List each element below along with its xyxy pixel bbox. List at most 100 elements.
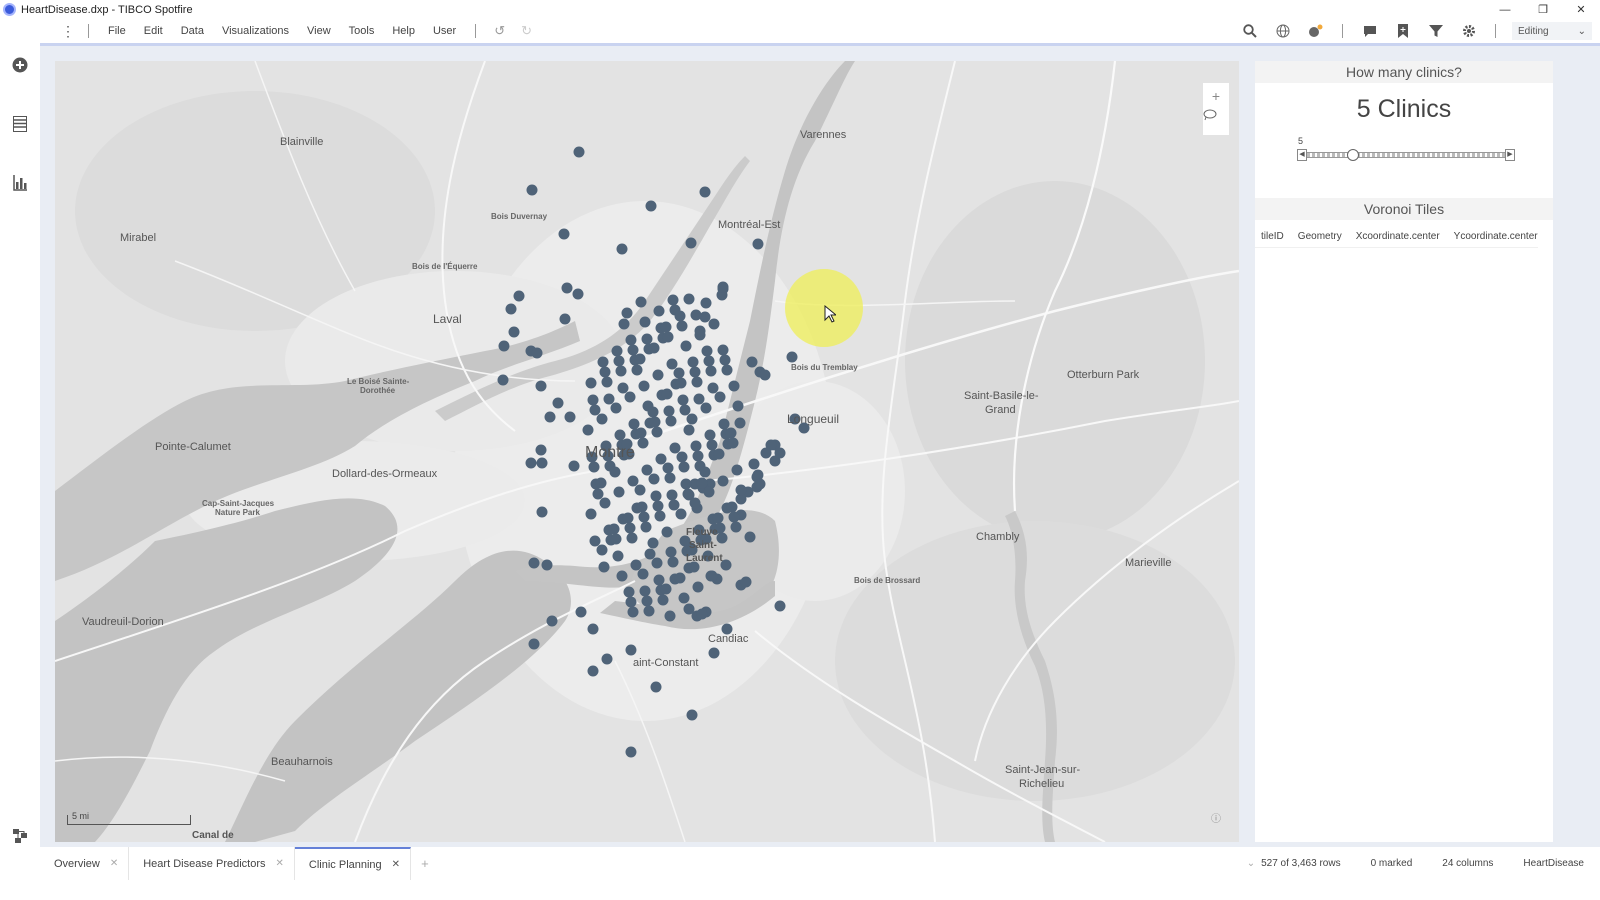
clinic-marker[interactable] [662, 331, 674, 343]
clinic-marker[interactable] [508, 326, 520, 338]
clinic-marker[interactable] [536, 506, 548, 518]
clinic-marker[interactable] [657, 594, 669, 606]
bookmark-icon[interactable] [1386, 19, 1419, 43]
menu-user[interactable]: User [424, 25, 465, 37]
clinic-marker[interactable] [728, 380, 740, 392]
clinic-marker[interactable] [637, 437, 649, 449]
clinic-marker[interactable] [611, 345, 623, 357]
clinic-marker[interactable] [651, 426, 663, 438]
clinic-marker[interactable] [708, 647, 720, 659]
zoom-in-icon[interactable]: + [1203, 83, 1229, 109]
clinic-marker[interactable] [608, 523, 620, 535]
clinic-marker[interactable] [639, 585, 651, 597]
clinic-marker[interactable] [636, 501, 648, 513]
clinic-marker[interactable] [513, 290, 525, 302]
clinic-marker[interactable] [601, 376, 613, 388]
clinic-marker[interactable] [640, 521, 652, 533]
add-circle-icon[interactable] [10, 55, 30, 75]
clinic-marker[interactable] [721, 364, 733, 376]
clinic-marker[interactable] [690, 309, 702, 321]
tab-overview[interactable]: Overview ✕ [40, 847, 130, 880]
clinic-marker[interactable] [541, 559, 553, 571]
clinic-marker[interactable] [597, 356, 609, 368]
clinic-marker[interactable] [601, 653, 613, 665]
clinic-marker[interactable] [616, 570, 628, 582]
clinic-marker[interactable] [587, 394, 599, 406]
clinic-marker[interactable] [674, 572, 686, 584]
clinic-marker[interactable] [621, 307, 633, 319]
clinic-marker[interactable] [692, 450, 704, 462]
clinic-marker[interactable] [588, 461, 600, 473]
clinic-marker[interactable] [651, 557, 663, 569]
clinic-marker[interactable] [701, 345, 713, 357]
minimize-button[interactable]: — [1486, 0, 1524, 19]
clinic-marker[interactable] [641, 464, 653, 476]
clinic-marker[interactable] [631, 364, 643, 376]
clinic-marker[interactable] [575, 606, 587, 618]
clinic-marker[interactable] [613, 486, 625, 498]
data-table-status[interactable]: HeartDisease [1523, 858, 1584, 869]
clinic-marker[interactable] [704, 429, 716, 441]
clinic-marker[interactable] [649, 416, 661, 428]
clinic-marker[interactable] [683, 424, 695, 436]
clinic-marker[interactable] [686, 413, 698, 425]
menu-help[interactable]: Help [383, 25, 424, 37]
clinic-marker[interactable] [638, 380, 650, 392]
globe-icon[interactable] [1266, 19, 1299, 43]
more-options-icon[interactable]: ⋮ [58, 23, 78, 40]
menu-tools[interactable]: Tools [340, 25, 384, 37]
clinic-marker[interactable] [705, 365, 717, 377]
clinic-marker[interactable] [713, 448, 725, 460]
clinic-marker[interactable] [627, 344, 639, 356]
clinic-marker[interactable] [700, 402, 712, 414]
clinic-marker[interactable] [526, 184, 538, 196]
clinic-marker[interactable] [669, 442, 681, 454]
clinic-marker[interactable] [719, 354, 731, 366]
clinic-marker[interactable] [627, 606, 639, 618]
clinic-marker[interactable] [675, 377, 687, 389]
clinic-marker[interactable] [664, 472, 676, 484]
clinic-marker[interactable] [525, 457, 537, 469]
rows-status[interactable]: ⌄ 527 of 3,463 rows [1247, 858, 1341, 869]
menu-data[interactable]: Data [172, 25, 213, 37]
clinic-marker[interactable] [706, 570, 718, 582]
clinic-marker[interactable] [716, 532, 728, 544]
menu-edit[interactable]: Edit [135, 25, 172, 37]
clinic-marker[interactable] [662, 462, 674, 474]
clinic-marker[interactable] [644, 548, 656, 560]
clinic-marker[interactable] [661, 526, 673, 538]
clinic-marker[interactable] [728, 511, 740, 523]
clinic-marker[interactable] [664, 610, 676, 622]
clinic-marker[interactable] [652, 369, 664, 381]
clinic-marker[interactable] [655, 453, 667, 465]
clinic-marker[interactable] [641, 595, 653, 607]
clinic-marker[interactable] [660, 321, 672, 333]
clinic-marker[interactable] [744, 531, 756, 543]
clinic-marker[interactable] [718, 418, 730, 430]
clinic-marker[interactable] [609, 466, 621, 478]
menu-visualizations[interactable]: Visualizations [213, 25, 298, 37]
clinic-marker[interactable] [568, 460, 580, 472]
clinic-marker[interactable] [623, 586, 635, 598]
clinic-marker[interactable] [692, 581, 704, 593]
clinic-marker[interactable] [746, 356, 758, 368]
clinic-marker[interactable] [678, 592, 690, 604]
close-icon[interactable]: ✕ [276, 858, 284, 869]
clinic-marker[interactable] [598, 561, 610, 573]
clinic-marker[interactable] [635, 296, 647, 308]
clinic-marker[interactable] [585, 377, 597, 389]
clinic-marker[interactable] [667, 294, 679, 306]
clinic-marker[interactable] [734, 417, 746, 429]
clinic-marker[interactable] [650, 681, 662, 693]
clinic-marker[interactable] [610, 402, 622, 414]
clinic-marker[interactable] [624, 391, 636, 403]
clinic-marker[interactable] [536, 457, 548, 469]
clinic-marker[interactable] [680, 478, 692, 490]
clinic-marker[interactable] [544, 411, 556, 423]
clinic-marker[interactable] [546, 615, 558, 627]
clinic-marker[interactable] [680, 340, 692, 352]
clinic-marker[interactable] [717, 475, 729, 487]
clinic-marker[interactable] [622, 512, 634, 524]
clinic-marker[interactable] [616, 243, 628, 255]
clinic-marker[interactable] [673, 367, 685, 379]
